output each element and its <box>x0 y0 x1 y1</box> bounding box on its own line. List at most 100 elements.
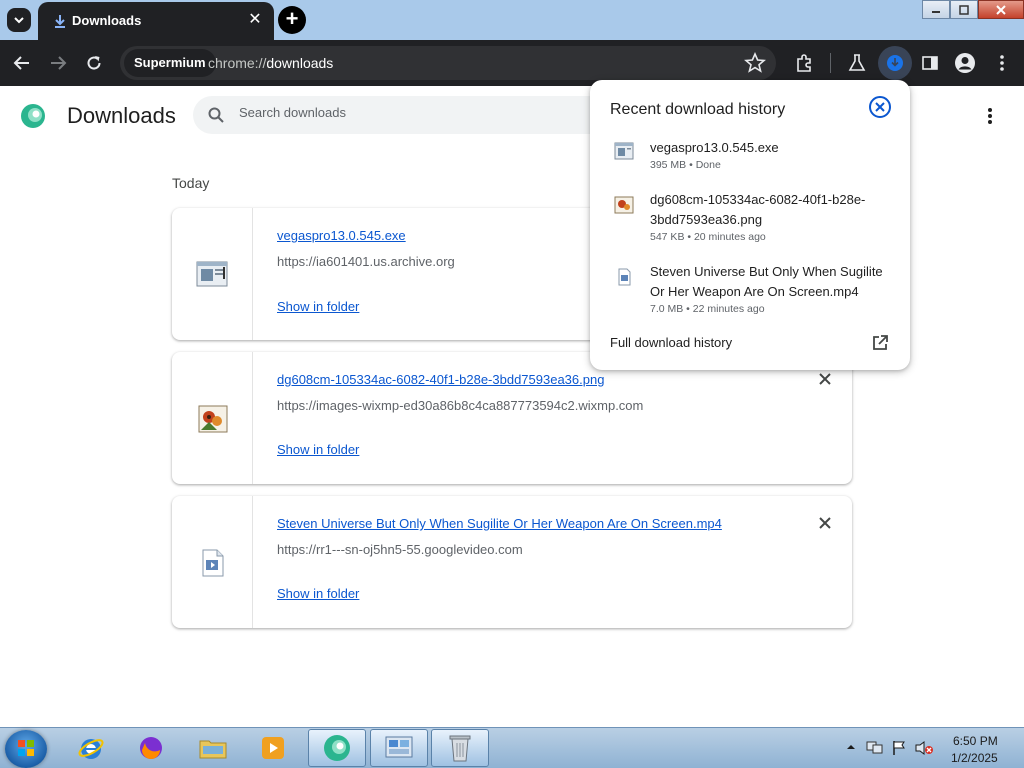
windows-logo-icon <box>18 740 34 756</box>
action-center-flag-icon[interactable] <box>891 740 907 756</box>
reload-icon <box>87 56 101 70</box>
close-window-button[interactable] <box>978 0 1024 19</box>
file-source-url: https://rr1---sn-oj5hn5-55.googlevideo.c… <box>277 542 523 557</box>
tab-close-icon[interactable]: ✕ <box>246 11 264 29</box>
date-section-label: Today <box>172 175 210 191</box>
address-bar[interactable]: Supermium chrome://downloads <box>120 46 776 80</box>
bubble-close-icon[interactable] <box>868 95 892 119</box>
video-file-icon <box>618 268 631 286</box>
avatar-icon <box>955 53 975 73</box>
url-scheme: chrome:// <box>208 55 267 71</box>
extensions-button[interactable] <box>792 51 816 75</box>
profile-button[interactable] <box>953 51 977 75</box>
close-icon <box>996 4 1006 15</box>
folder-icon <box>199 740 227 759</box>
internet-explorer-icon <box>78 739 104 759</box>
bubble-file-name: dg608cm-105334ac-6082-40f1-b28e-3bdd7593… <box>650 192 866 227</box>
file-source-url: https://ia601401.us.archive.org <box>277 254 455 269</box>
volume-muted-icon[interactable] <box>914 740 934 756</box>
side-panel-icon <box>922 56 938 70</box>
minimize-icon <box>932 10 940 13</box>
show-in-folder-link[interactable]: Show in folder <box>277 586 359 601</box>
video-file-icon <box>202 549 224 577</box>
exe-file-icon <box>196 261 228 287</box>
start-button[interactable] <box>5 730 47 768</box>
taskbar-supermium[interactable] <box>308 729 366 767</box>
bubble-file-meta: 547 KB • 20 minutes ago <box>650 231 766 243</box>
tab-downloads[interactable]: Downloads ✕ <box>38 2 274 40</box>
taskbar-explorer[interactable] <box>184 729 242 767</box>
taskbar-media-player[interactable] <box>244 729 302 767</box>
image-file-icon <box>198 405 228 433</box>
file-name-link[interactable]: dg608cm-105334ac-6082-40f1-b28e-3bdd7593… <box>277 372 604 387</box>
show-in-folder-link[interactable]: Show in folder <box>277 442 359 457</box>
download-icon <box>887 55 903 71</box>
bubble-download-item[interactable]: Steven Universe But Only When Sugilite O… <box>590 262 910 322</box>
recycle-bin-icon <box>449 735 471 762</box>
network-icon[interactable] <box>866 740 884 756</box>
tab-title: Downloads <box>72 13 142 28</box>
arrow-left-icon <box>13 56 29 70</box>
reload-button[interactable] <box>82 51 106 75</box>
maximize-button[interactable] <box>950 0 978 19</box>
url-text[interactable]: chrome://downloads <box>208 55 333 71</box>
file-name-link[interactable]: vegaspro13.0.545.exe <box>277 228 406 243</box>
bubble-title: Recent download history <box>610 101 786 118</box>
toolbar-divider <box>830 53 831 73</box>
file-source-url: https://images-wixmp-ed30a86b8c4ca887773… <box>277 398 644 413</box>
site-chip[interactable]: Supermium <box>124 49 216 77</box>
taskbar-firefox[interactable] <box>122 729 180 767</box>
downloads-button[interactable] <box>878 46 912 80</box>
image-file-icon <box>614 196 634 214</box>
search-icon <box>208 107 224 123</box>
bubble-file-name: vegaspro13.0.545.exe <box>650 140 779 155</box>
taskbar-recycle-bin[interactable] <box>431 729 489 767</box>
file-icon-column <box>172 352 253 484</box>
forward-button[interactable] <box>46 51 70 75</box>
exe-file-icon <box>614 142 634 160</box>
page-more-vert-icon[interactable] <box>982 106 998 126</box>
download-card: dg608cm-105334ac-6082-40f1-b28e-3bdd7593… <box>172 352 852 484</box>
minimize-button[interactable] <box>922 0 950 19</box>
bookmark-star-icon[interactable] <box>744 52 766 74</box>
firefox-icon <box>140 737 162 759</box>
full-download-history-link[interactable]: Full download history <box>610 335 732 350</box>
bubble-download-item[interactable]: vegaspro13.0.545.exe 395 MB • Done <box>590 138 910 178</box>
taskbar-ie[interactable] <box>62 729 120 767</box>
url-path: downloads <box>266 55 334 71</box>
download-card: Steven Universe But Only When Sugilite O… <box>172 496 852 628</box>
tab-search-button[interactable] <box>7 8 31 32</box>
tab-strip: Downloads ✕ + <box>0 0 1024 40</box>
labs-button[interactable] <box>845 51 869 75</box>
more-vert-icon <box>1000 55 1004 71</box>
supermium-logo-icon <box>21 104 45 128</box>
flask-icon <box>848 54 866 71</box>
search-input[interactable] <box>239 105 599 120</box>
supermium-icon <box>324 735 350 761</box>
bubble-download-item[interactable]: dg608cm-105334ac-6082-40f1-b28e-3bdd7593… <box>590 190 910 250</box>
show-in-folder-link[interactable]: Show in folder <box>277 299 359 314</box>
side-panel-button[interactable] <box>918 51 942 75</box>
windows-taskbar <box>0 727 1024 768</box>
control-panel-icon <box>385 736 413 758</box>
taskbar-control-panel[interactable] <box>370 729 428 767</box>
search-box[interactable] <box>193 96 613 134</box>
file-name-link[interactable]: Steven Universe But Only When Sugilite O… <box>277 516 722 531</box>
tray-chevron-up-icon[interactable] <box>846 742 856 752</box>
clock-time[interactable]: 6:50 PM <box>953 734 998 748</box>
back-button[interactable] <box>10 51 34 75</box>
file-icon-column <box>172 208 253 340</box>
bubble-file-name: Steven Universe But Only When Sugilite O… <box>650 264 883 299</box>
new-tab-button[interactable]: + <box>278 6 306 34</box>
chevron-down-icon <box>14 17 24 24</box>
open-in-new-icon[interactable] <box>871 334 889 352</box>
file-icon-column <box>172 496 253 628</box>
bubble-file-meta: 7.0 MB • 22 minutes ago <box>650 303 765 315</box>
remove-close-icon[interactable] <box>818 516 832 530</box>
restore-icon <box>959 4 969 15</box>
window-controls <box>922 0 1024 20</box>
remove-close-icon[interactable] <box>818 372 832 386</box>
media-player-icon <box>262 737 284 759</box>
clock-date[interactable]: 1/2/2025 <box>951 751 998 765</box>
browser-menu-button[interactable] <box>990 51 1014 75</box>
